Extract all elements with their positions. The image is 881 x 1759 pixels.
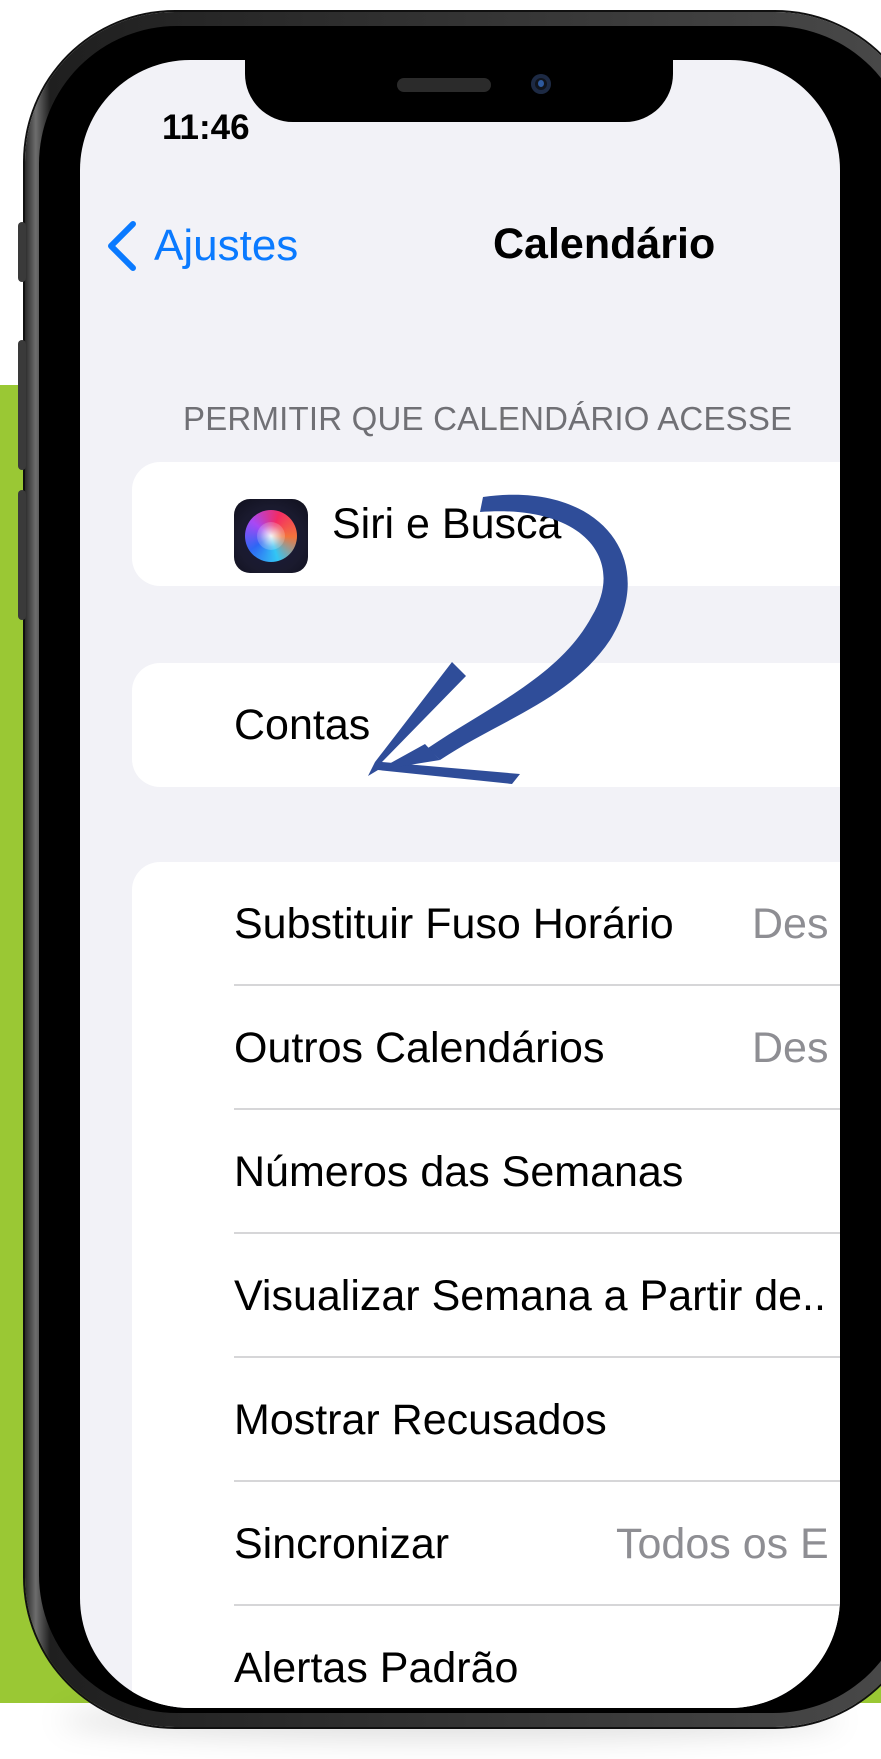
row-value: Des (752, 899, 829, 948)
settings-row-show-declined[interactable]: Mostrar Recusados (132, 1358, 840, 1482)
row-value: Des (752, 1023, 829, 1072)
settings-row-start-week[interactable]: Visualizar Semana a Partir de.. (132, 1234, 840, 1358)
settings-group: Substituir Fuso Horário Des Outros Calen… (132, 862, 840, 1708)
row-label: Substituir Fuso Horário (234, 899, 674, 948)
settings-row-other-calendars[interactable]: Outros Calendários Des (132, 986, 840, 1110)
settings-row-default-alerts[interactable]: Alertas Padrão (132, 1606, 840, 1708)
notch (245, 60, 673, 122)
accounts-label: Contas (234, 700, 371, 749)
back-button[interactable]: Ajustes (106, 216, 298, 276)
row-label: Números das Semanas (234, 1147, 684, 1196)
volume-up-button (18, 340, 26, 470)
row-label: Outros Calendários (234, 1023, 605, 1072)
speaker-grille (397, 78, 491, 92)
mute-switch (18, 222, 26, 282)
accounts-group: Contas (132, 663, 840, 787)
back-label: Ajustes (154, 221, 299, 270)
row-label: Alertas Padrão (234, 1643, 519, 1692)
status-time: 11:46 (162, 108, 250, 147)
access-group: Siri e Busca (132, 462, 840, 586)
row-label: Visualizar Semana a Partir de.. (234, 1271, 826, 1320)
chevron-left-icon (108, 221, 136, 271)
siri-search-row[interactable]: Siri e Busca (132, 462, 840, 586)
row-label: Sincronizar (234, 1519, 450, 1568)
settings-row-week-numbers[interactable]: Números das Semanas (132, 1110, 840, 1234)
front-camera (531, 74, 551, 94)
row-value: Todos os E (616, 1519, 829, 1568)
siri-orb (245, 510, 297, 562)
volume-down-button (18, 490, 26, 620)
accounts-row[interactable]: Contas (132, 663, 840, 787)
settings-row-timezone[interactable]: Substituir Fuso Horário Des (132, 862, 840, 986)
settings-row-sync[interactable]: Sincronizar Todos os E (132, 1482, 840, 1606)
siri-search-label: Siri e Busca (332, 499, 562, 548)
page-title: Calendário (493, 220, 716, 268)
section-header: PERMITIR QUE CALENDÁRIO ACESSE (183, 400, 793, 437)
phone-screen: 11:46 Ajustes Calendário PERMITIR QUE CA… (80, 60, 840, 1708)
siri-icon (234, 499, 308, 573)
row-label: Mostrar Recusados (234, 1395, 607, 1444)
